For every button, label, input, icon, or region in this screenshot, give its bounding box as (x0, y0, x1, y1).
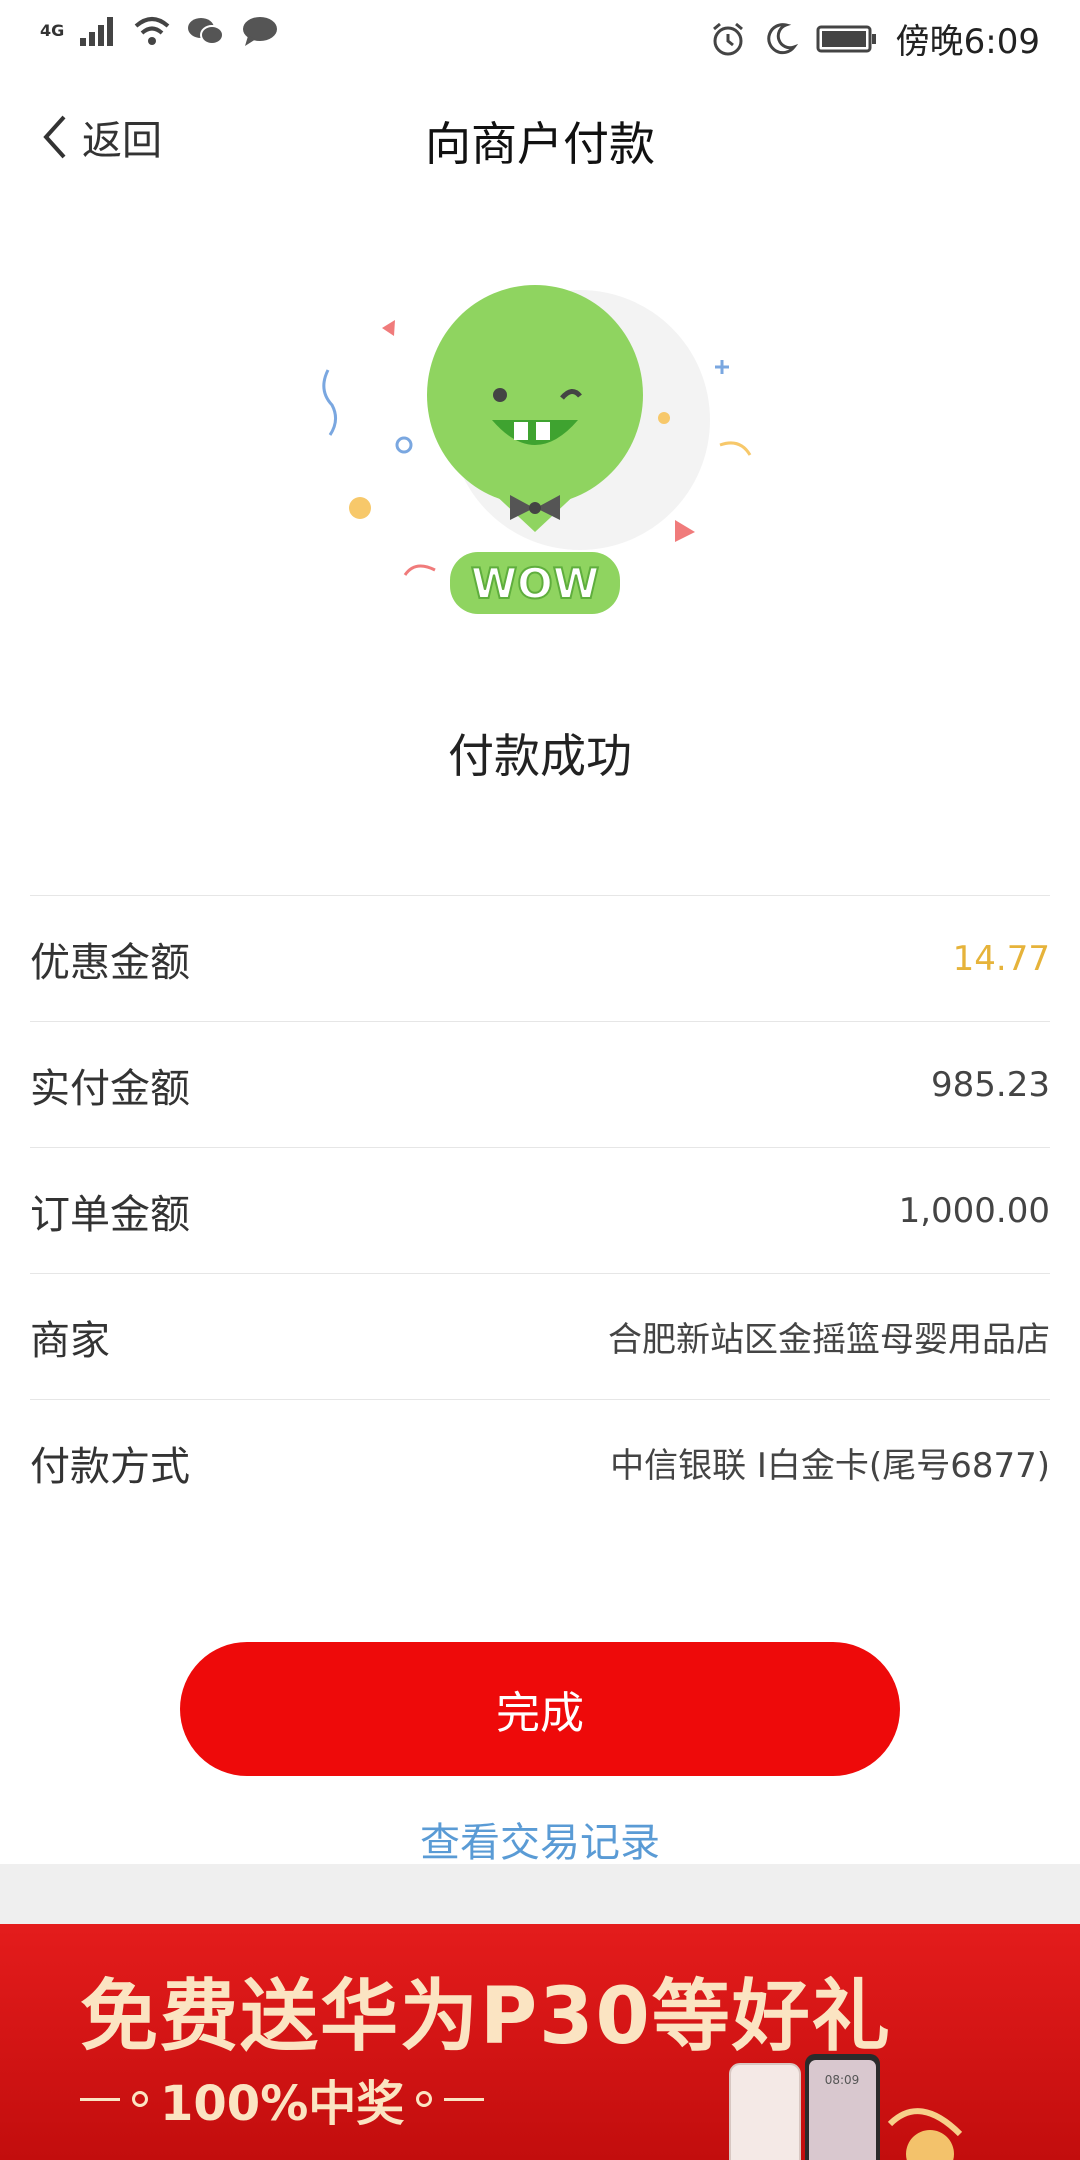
signal-icon (80, 17, 114, 46)
detail-value: 中信银联 I白金卡(尾号6877) (610, 1446, 1050, 1486)
wechat-icon (188, 18, 225, 45)
confetti-triangle (382, 320, 395, 336)
status-left: 4G (40, 14, 280, 48)
confetti-dot (658, 412, 670, 424)
detail-value: 1,000.00 (898, 1190, 1050, 1231)
detail-row-merchant: 商家 合肥新站区金摇篮母婴用品店 (30, 1273, 1050, 1399)
header: 返回 向商户付款 (0, 72, 1080, 202)
done-button[interactable]: 完成 (180, 1642, 900, 1776)
detail-label: 商家 (30, 1317, 110, 1364)
detail-label: 付款方式 (30, 1443, 190, 1490)
confetti-dot (349, 497, 371, 519)
decor-line (444, 2097, 485, 2101)
confetti-arc (403, 564, 436, 576)
status-right: 傍晚6:09 (710, 14, 1040, 63)
confetti-plus (715, 360, 729, 374)
message-icon (243, 17, 278, 46)
status-time: 傍晚6:09 (895, 22, 1040, 62)
confetti-ring (395, 436, 413, 454)
divider-band (0, 1864, 1080, 1924)
success-illustration: WOW (322, 285, 752, 614)
decor-line (80, 2097, 120, 2101)
phone-prize-image: 08:09 (729, 2054, 963, 2160)
mascot-eye (493, 388, 507, 402)
payment-details: 优惠金额 14.77 实付金额 985.23 订单金额 1,000.00 商家 … (30, 895, 1050, 1525)
detail-value: 14.77 (952, 938, 1050, 979)
detail-row-payment-method: 付款方式 中信银联 I白金卡(尾号6877) (30, 1399, 1050, 1525)
decor-dot (132, 2091, 148, 2107)
moon-icon (766, 22, 798, 54)
confetti-triangle (675, 520, 695, 542)
detail-label: 订单金额 (30, 1191, 190, 1238)
payment-success-message: 付款成功 (448, 729, 632, 783)
detail-value: 合肥新站区金摇篮母婴用品店 (608, 1320, 1050, 1360)
confetti-arc (719, 441, 752, 456)
detail-label: 实付金额 (30, 1065, 190, 1112)
detail-row-paid: 实付金额 985.23 (30, 1021, 1050, 1147)
status-bar: 4G 傍晚6:09 (0, 0, 1080, 72)
alarm-icon (712, 22, 743, 55)
view-transactions-link[interactable]: 查看交易记录 (0, 1810, 1080, 1868)
confetti-squiggle (322, 369, 337, 436)
network-type: 4G (40, 21, 65, 40)
detail-row-discount: 优惠金额 14.77 (30, 895, 1050, 1021)
phone-time: 08:09 (825, 2073, 860, 2087)
wow-text: WOW (471, 559, 599, 608)
detail-label: 优惠金额 (30, 939, 190, 986)
promo-banner[interactable]: 免费送华为P30等好礼 100%中奖 08:09 (0, 1924, 1080, 2160)
decor-dot (416, 2091, 433, 2107)
battery-icon (816, 25, 876, 52)
wifi-icon (134, 17, 170, 45)
mascot-balloon (427, 285, 643, 505)
detail-row-order-amount: 订单金额 1,000.00 (30, 1147, 1050, 1273)
banner-subtitle: 100%中奖 (80, 2064, 485, 2134)
banner-subtitle-text: 100%中奖 (160, 2076, 405, 2132)
page-title: 向商户付款 (425, 117, 655, 171)
detail-value: 985.23 (931, 1064, 1050, 1105)
